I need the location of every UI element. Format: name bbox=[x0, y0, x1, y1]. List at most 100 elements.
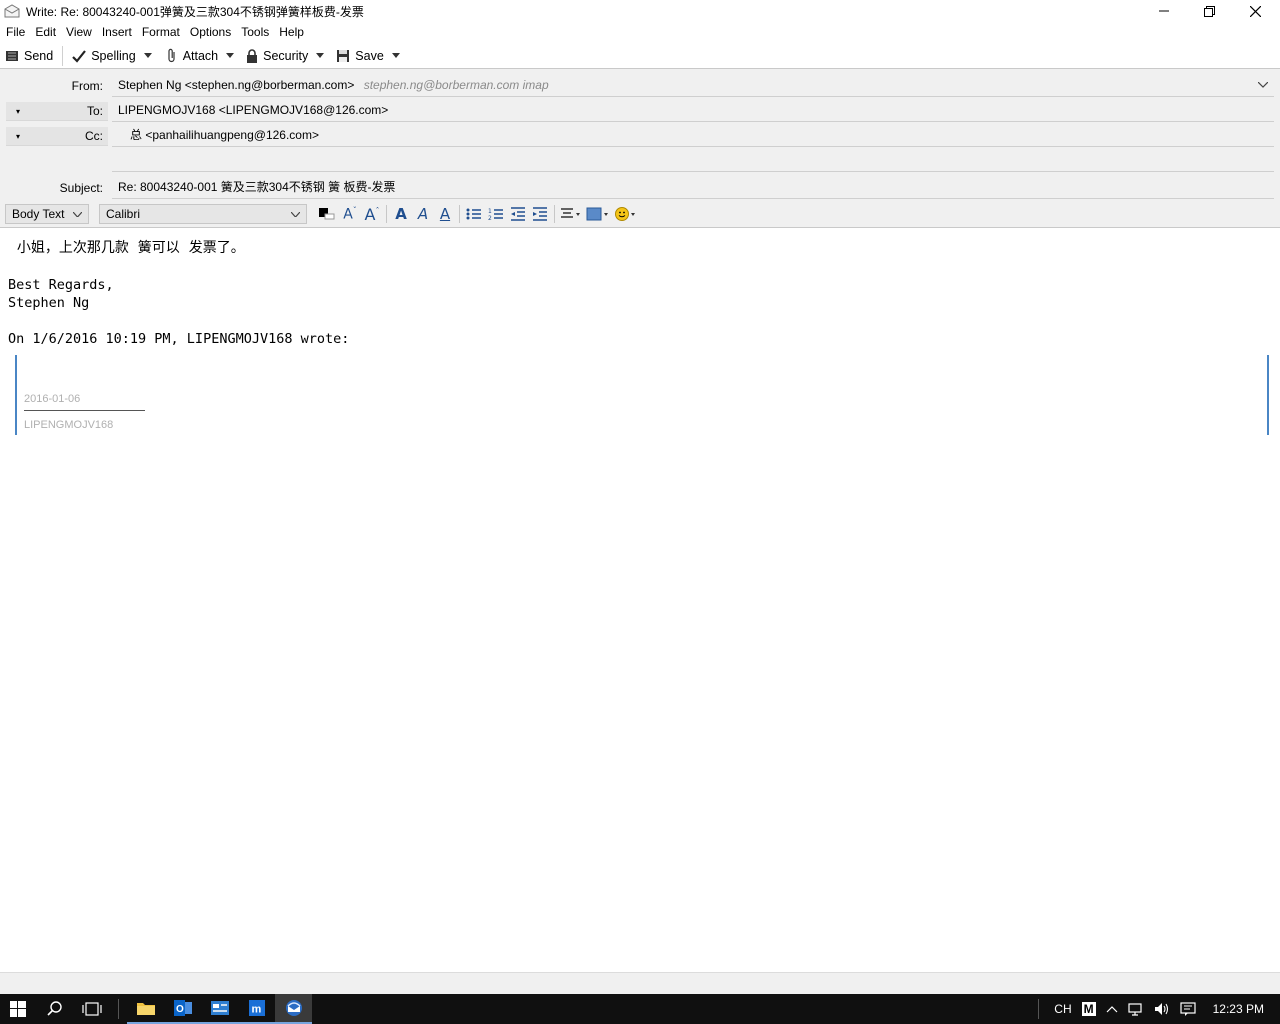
emoticon-button[interactable] bbox=[612, 203, 638, 225]
font-select[interactable]: Calibri bbox=[99, 204, 307, 224]
attach-dropdown[interactable] bbox=[223, 44, 237, 68]
send-label: Send bbox=[24, 48, 54, 63]
taskbar-app-window[interactable] bbox=[201, 994, 238, 1024]
taskbar-mail-app[interactable]: m bbox=[238, 994, 275, 1024]
cc-field[interactable]: 总 <panhailihuangpeng@126.com> bbox=[112, 125, 1274, 147]
underline-button[interactable]: A bbox=[434, 203, 456, 225]
taskbar-thunderbird[interactable] bbox=[275, 994, 312, 1024]
numbered-list-icon: 12 bbox=[488, 208, 503, 221]
italic-button[interactable]: A bbox=[412, 203, 434, 225]
indent-button[interactable] bbox=[529, 203, 551, 225]
svg-text:1: 1 bbox=[488, 208, 492, 215]
chevron-up-icon[interactable] bbox=[1106, 1005, 1118, 1013]
address-field-empty[interactable] bbox=[112, 150, 1274, 172]
menu-tools[interactable]: Tools bbox=[236, 22, 274, 42]
insert-button[interactable] bbox=[584, 203, 612, 225]
menu-file[interactable]: File bbox=[0, 22, 30, 42]
body-signature: Stephen Ng bbox=[8, 295, 90, 311]
network-icon[interactable] bbox=[1128, 1002, 1144, 1016]
empty-address-row bbox=[0, 150, 1280, 172]
status-bar bbox=[0, 972, 1280, 995]
taskbar-outlook[interactable]: O bbox=[164, 994, 201, 1024]
window-title: Write: Re: 80043240-001弹簧及三款304不锈钢弹簧样板费-… bbox=[26, 4, 364, 19]
close-button[interactable] bbox=[1232, 0, 1278, 22]
attach-button[interactable]: Attach bbox=[161, 44, 223, 68]
app-window-icon bbox=[210, 1001, 229, 1015]
notifications-icon[interactable] bbox=[1180, 1002, 1196, 1016]
system-tray: CH M 12:23 PM bbox=[1038, 994, 1280, 1024]
from-select[interactable]: Stephen Ng <stephen.ng@borberman.com> st… bbox=[112, 75, 1274, 97]
alignment-button[interactable] bbox=[558, 203, 584, 225]
paragraph-style-value: Body Text bbox=[12, 207, 65, 221]
menu-insert[interactable]: Insert bbox=[97, 22, 137, 42]
save-label: Save bbox=[355, 48, 384, 63]
body-regards: Best Regards, bbox=[8, 277, 114, 293]
ime-indicator[interactable]: M bbox=[1081, 1002, 1096, 1016]
numbered-list-button[interactable]: 12 bbox=[485, 203, 507, 225]
menu-options[interactable]: Options bbox=[185, 22, 236, 42]
menu-view[interactable]: View bbox=[61, 22, 97, 42]
taskbar-divider bbox=[118, 999, 119, 1019]
outdent-button[interactable] bbox=[507, 203, 529, 225]
menu-bar: File Edit View Insert Format Options Too… bbox=[0, 22, 1280, 42]
from-row: From: Stephen Ng <stephen.ng@borberman.c… bbox=[0, 75, 1280, 97]
language-indicator[interactable]: CH bbox=[1054, 1002, 1071, 1016]
quote-divider bbox=[24, 410, 145, 411]
title-bar: Write: Re: 80043240-001弹簧及三款304不锈钢弹簧样板费-… bbox=[0, 0, 1280, 22]
underline-icon: A bbox=[439, 205, 451, 223]
volume-icon[interactable] bbox=[1154, 1002, 1170, 1016]
chevron-down-icon bbox=[291, 211, 300, 217]
save-button[interactable]: Save bbox=[331, 44, 389, 68]
text-color-button[interactable] bbox=[315, 203, 339, 225]
bullet-list-button[interactable] bbox=[463, 203, 485, 225]
to-row: To: LIPENGMOJV168 <LIPENGMOJV168@126.com… bbox=[0, 100, 1280, 122]
floppy-disk-icon bbox=[337, 49, 350, 62]
security-dropdown[interactable] bbox=[313, 44, 327, 68]
align-center-icon bbox=[561, 208, 580, 218]
send-button[interactable]: Send bbox=[0, 44, 58, 68]
to-field[interactable]: LIPENGMOJV168 <LIPENGMOJV168@126.com> bbox=[112, 100, 1274, 122]
from-identity: Stephen Ng <stephen.ng@borberman.com> bbox=[118, 78, 355, 92]
indent-icon bbox=[533, 207, 547, 221]
cc-label: Cc: bbox=[85, 129, 103, 143]
search-button[interactable] bbox=[36, 994, 73, 1024]
smaller-font-button[interactable]: Aˇ bbox=[339, 203, 361, 225]
quoted-message: 2016-01-06 LIPENGMOJV168 bbox=[15, 355, 1269, 435]
format-divider bbox=[386, 205, 387, 223]
format-toolbar: Body Text Calibri Aˇ Aˆ A A A 12 bbox=[0, 201, 1280, 227]
spelling-dropdown[interactable] bbox=[141, 44, 155, 68]
menu-edit[interactable]: Edit bbox=[30, 22, 61, 42]
clock[interactable]: 12:23 PM bbox=[1213, 1002, 1264, 1016]
minimize-button[interactable] bbox=[1141, 0, 1187, 22]
chevron-down-icon bbox=[1258, 82, 1268, 88]
minimize-icon bbox=[1159, 10, 1169, 12]
menu-help[interactable]: Help bbox=[274, 22, 309, 42]
chevron-down-icon bbox=[73, 211, 82, 217]
windows-logo-icon bbox=[10, 1001, 26, 1017]
menu-format[interactable]: Format bbox=[137, 22, 185, 42]
m-app-icon: m bbox=[248, 1000, 265, 1016]
taskbar-file-explorer[interactable] bbox=[127, 994, 164, 1024]
text-color-icon bbox=[319, 208, 335, 220]
compose-app-icon bbox=[4, 4, 20, 18]
toolbar-divider bbox=[62, 45, 64, 66]
to-label: To: bbox=[86, 104, 103, 118]
start-button[interactable] bbox=[0, 994, 36, 1024]
send-icon bbox=[6, 50, 18, 61]
security-button[interactable]: Security bbox=[241, 44, 313, 68]
subject-field[interactable]: Re: 80043240-001 簧及三款304不锈钢 簧 板费-发票 bbox=[112, 177, 1274, 199]
smiley-icon bbox=[615, 207, 635, 221]
chevron-down-icon bbox=[226, 53, 235, 58]
larger-font-button[interactable]: Aˆ bbox=[361, 203, 383, 225]
paragraph-style-select[interactable]: Body Text bbox=[5, 204, 89, 224]
svg-text:O: O bbox=[176, 1004, 184, 1015]
bold-button[interactable]: A bbox=[390, 203, 412, 225]
spelling-button[interactable]: Spelling bbox=[67, 44, 140, 68]
restore-icon bbox=[1203, 5, 1215, 17]
compose-toolbar: Send Spelling Attach Security Save bbox=[0, 43, 1280, 69]
task-view-button[interactable] bbox=[73, 994, 110, 1024]
restore-button[interactable] bbox=[1186, 0, 1232, 22]
save-dropdown[interactable] bbox=[389, 44, 403, 68]
quote-sender: LIPENGMOJV168 bbox=[24, 419, 114, 431]
message-body-editor[interactable]: 小姐，上次那几款 簧可以 发票了。 Best Regards, Stephen … bbox=[0, 228, 1280, 972]
